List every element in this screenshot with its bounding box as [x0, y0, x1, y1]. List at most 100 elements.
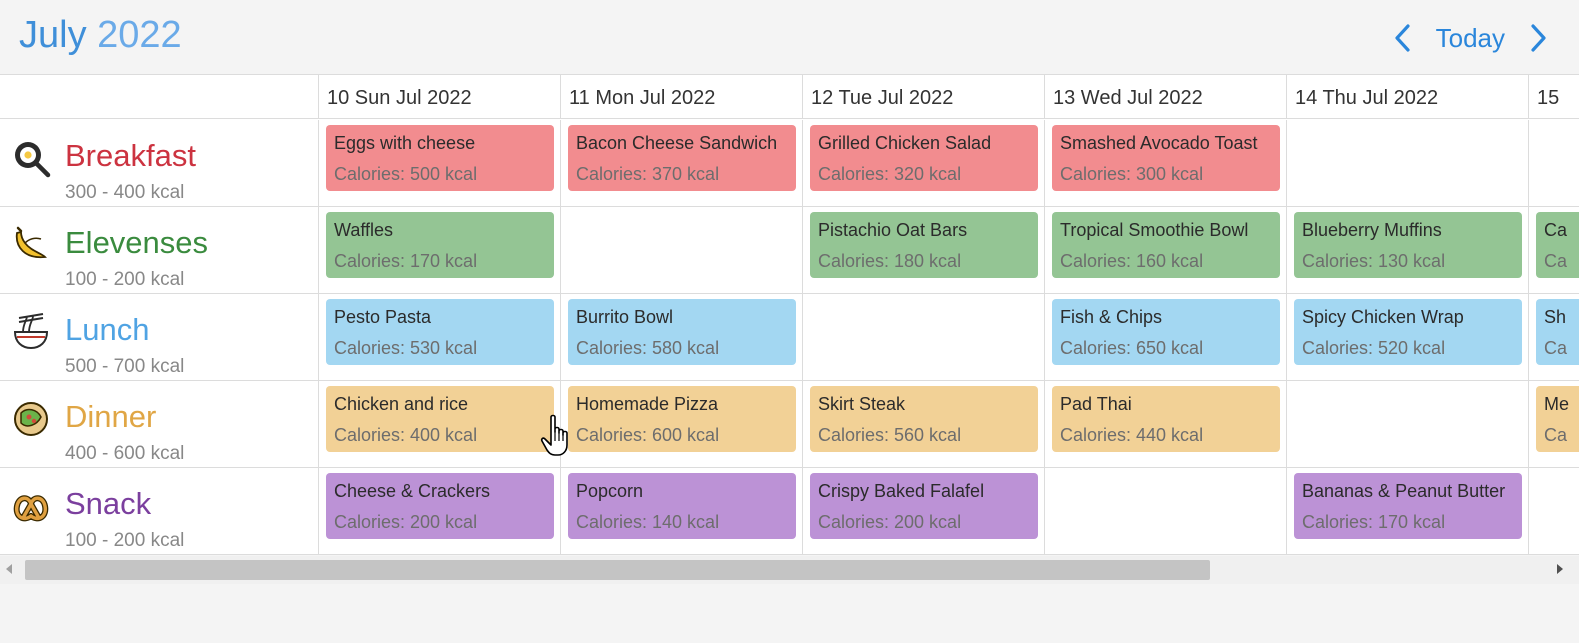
event-calories: Ca — [1544, 338, 1568, 358]
meal-event[interactable]: Pistachio Oat Bars Calories: 180 kcal — [810, 212, 1038, 278]
schedule-cell[interactable] — [560, 207, 802, 294]
scroll-left-arrow-icon[interactable] — [6, 564, 12, 574]
page-title: July 2022 — [19, 14, 182, 57]
event-calories: Calories: 170 kcal — [1302, 512, 1446, 532]
meal-event[interactable]: Ca Ca — [1536, 212, 1579, 278]
meal-row-snack: Snack 100 - 200 kcal Cheese & Crackers Calo… — [0, 468, 1579, 555]
meal-event[interactable]: Grilled Chicken Salad Calories: 320 kcal — [810, 125, 1038, 191]
schedule-cell[interactable] — [1528, 468, 1579, 555]
meal-event[interactable]: Pad Thai Calories: 440 kcal — [1052, 386, 1280, 452]
schedule-cell[interactable] — [1286, 120, 1528, 207]
schedule-cell[interactable]: Grilled Chicken Salad Calories: 320 kcal — [802, 120, 1044, 207]
meal-event[interactable]: Spicy Chicken Wrap Calories: 520 kcal — [1294, 299, 1522, 365]
event-calories: Calories: 520 kcal — [1302, 338, 1446, 358]
schedule-cell[interactable]: Blueberry Muffins Calories: 130 kcal — [1286, 207, 1528, 294]
meal-event[interactable]: Cheese & Crackers Calories: 200 kcal — [326, 473, 554, 539]
meal-event[interactable]: Popcorn Calories: 140 kcal — [568, 473, 796, 539]
schedule-cell[interactable]: Tropical Smoothie Bowl Calories: 160 kcal — [1044, 207, 1286, 294]
previous-button[interactable] — [1392, 23, 1414, 53]
meal-row-header: Dinner 400 - 600 kcal — [0, 381, 318, 468]
schedule-cell[interactable]: Waffles Calories: 170 kcal — [318, 207, 560, 294]
day-header[interactable]: 15 — [1528, 75, 1579, 119]
meal-event[interactable]: Sh Ca — [1536, 299, 1579, 365]
event-title: Waffles — [334, 220, 394, 240]
event-calories: Calories: 370 kcal — [576, 164, 720, 184]
schedule-cell[interactable]: Bananas & Peanut Butter Calories: 170 kca… — [1286, 468, 1528, 555]
meal-event[interactable]: Crispy Baked Falafel Calories: 200 kcal — [810, 473, 1038, 539]
event-title: Bananas & Peanut Butter — [1302, 481, 1506, 501]
event-calories: Calories: 440 kcal — [1060, 425, 1204, 445]
day-header[interactable]: 13 Wed Jul 2022 — [1044, 75, 1286, 119]
meal-event[interactable]: Pesto Pasta Calories: 530 kcal — [326, 299, 554, 365]
schedule-cell[interactable]: Smashed Avocado Toast Calories: 300 kcal — [1044, 120, 1286, 207]
scroll-right-arrow-icon[interactable] — [1557, 564, 1563, 574]
schedule-cell[interactable]: Pad Thai Calories: 440 kcal — [1044, 381, 1286, 468]
day-header[interactable]: 14 Thu Jul 2022 — [1286, 75, 1528, 119]
next-button[interactable] — [1527, 23, 1549, 53]
schedule-cell[interactable]: Ca Ca — [1528, 207, 1579, 294]
meal-event[interactable]: Waffles Calories: 170 kcal — [326, 212, 554, 278]
meal-event[interactable]: Chicken and rice Calories: 400 kcal — [326, 386, 554, 452]
meal-calorie-range: 400 - 600 kcal — [65, 443, 185, 464]
meal-event[interactable]: Burrito Bowl Calories: 580 kcal — [568, 299, 796, 365]
meal-calorie-range: 500 - 700 kcal — [65, 356, 185, 377]
event-title: Eggs with cheese — [334, 133, 476, 153]
schedule-cell[interactable] — [1044, 468, 1286, 555]
schedule-cell[interactable] — [1286, 381, 1528, 468]
schedule-cell[interactable] — [802, 294, 1044, 381]
event-calories: Calories: 300 kcal — [1060, 164, 1204, 184]
schedule-cell[interactable] — [1528, 120, 1579, 207]
schedule-cell[interactable]: Eggs with cheese Calories: 500 kcal — [318, 120, 560, 207]
day-header[interactable]: 11 Mon Jul 2022 — [560, 75, 802, 119]
event-title: Crispy Baked Falafel — [818, 481, 985, 501]
schedule-cell[interactable]: Pesto Pasta Calories: 530 kcal — [318, 294, 560, 381]
calendar-app: July 2022 Today 10 Sun Jul 2022 11 Mon Ju… — [0, 0, 1579, 643]
noodle-bowl-icon — [11, 312, 51, 352]
event-calories: Calories: 180 kcal — [818, 251, 962, 271]
schedule-cell[interactable]: Pistachio Oat Bars Calories: 180 kcal — [802, 207, 1044, 294]
event-calories: Calories: 400 kcal — [334, 425, 478, 445]
schedule-cell[interactable]: Popcorn Calories: 140 kcal — [560, 468, 802, 555]
schedule-cell[interactable]: Homemade Pizza Calories: 600 kcal — [560, 381, 802, 468]
schedule-cell[interactable]: Bacon Cheese Sandwich Calories: 370 kcal — [560, 120, 802, 207]
today-button[interactable]: Today — [1436, 23, 1505, 54]
event-calories: Ca — [1544, 251, 1568, 271]
taco-icon — [11, 399, 51, 439]
meal-event[interactable]: Skirt Steak Calories: 560 kcal — [810, 386, 1038, 452]
event-calories: Calories: 500 kcal — [334, 164, 478, 184]
event-title: Cheese & Crackers — [334, 481, 491, 501]
meal-event[interactable]: Bacon Cheese Sandwich Calories: 370 kcal — [568, 125, 796, 191]
chevron-right-icon — [1531, 24, 1546, 52]
event-title: Tropical Smoothie Bowl — [1060, 220, 1249, 240]
meal-name: Lunch — [65, 312, 150, 347]
chevron-left-icon — [1395, 24, 1410, 52]
schedule-cell[interactable]: Fish & Chips Calories: 650 kcal — [1044, 294, 1286, 381]
meal-row-header: Lunch 500 - 700 kcal — [0, 294, 318, 381]
meal-row-header: Snack 100 - 200 kcal — [0, 468, 318, 555]
schedule-cell[interactable]: Crispy Baked Falafel Calories: 200 kcal — [802, 468, 1044, 555]
schedule-cell[interactable]: Spicy Chicken Wrap Calories: 520 kcal — [1286, 294, 1528, 381]
schedule-cell[interactable]: Sh Ca — [1528, 294, 1579, 381]
event-title: Skirt Steak — [818, 394, 906, 414]
meal-calorie-range: 100 - 200 kcal — [65, 269, 185, 290]
meal-event[interactable]: Homemade Pizza Calories: 600 kcal — [568, 386, 796, 452]
day-header[interactable]: 10 Sun Jul 2022 — [318, 75, 560, 119]
schedule-cell[interactable]: Chicken and rice Calories: 400 kcal — [318, 381, 560, 468]
horizontal-scrollbar[interactable] — [0, 556, 1579, 584]
meal-event[interactable]: Blueberry Muffins Calories: 130 kcal — [1294, 212, 1522, 278]
meal-event[interactable]: Me Ca — [1536, 386, 1579, 452]
event-title: Popcorn — [576, 481, 644, 501]
meal-event[interactable]: Tropical Smoothie Bowl Calories: 160 kcal — [1052, 212, 1280, 278]
meal-name: Elevenses — [65, 225, 209, 260]
meal-event[interactable]: Eggs with cheese Calories: 500 kcal — [326, 125, 554, 191]
scrollbar-thumb[interactable] — [25, 560, 1210, 580]
schedule-cell[interactable]: Me Ca — [1528, 381, 1579, 468]
schedule-cell[interactable]: Cheese & Crackers Calories: 200 kcal — [318, 468, 560, 555]
meal-event[interactable]: Smashed Avocado Toast Calories: 300 kcal — [1052, 125, 1280, 191]
meal-event[interactable]: Bananas & Peanut Butter Calories: 170 kca… — [1294, 473, 1522, 539]
calendar-toolbar: July 2022 Today — [0, 0, 1579, 74]
meal-event[interactable]: Fish & Chips Calories: 650 kcal — [1052, 299, 1280, 365]
day-header[interactable]: 12 Tue Jul 2022 — [802, 75, 1044, 119]
schedule-cell[interactable]: Skirt Steak Calories: 560 kcal — [802, 381, 1044, 468]
schedule-cell[interactable]: Burrito Bowl Calories: 580 kcal — [560, 294, 802, 381]
